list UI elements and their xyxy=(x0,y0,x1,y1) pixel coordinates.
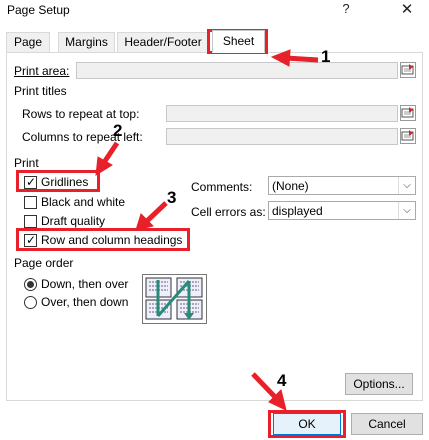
arrow-3-icon xyxy=(145,201,168,223)
step-1-badge: 1 xyxy=(321,47,331,66)
step-4-badge: 4 xyxy=(277,371,287,390)
tab-sheet[interactable]: Sheet xyxy=(212,30,265,53)
arrow-1-icon xyxy=(285,55,319,63)
arrow-1-head-icon xyxy=(270,49,291,67)
step-3-badge: 3 xyxy=(167,188,177,207)
step-2-badge: 2 xyxy=(113,121,123,140)
arrow-4-icon xyxy=(251,372,278,400)
annotation-arrows xyxy=(95,49,319,411)
